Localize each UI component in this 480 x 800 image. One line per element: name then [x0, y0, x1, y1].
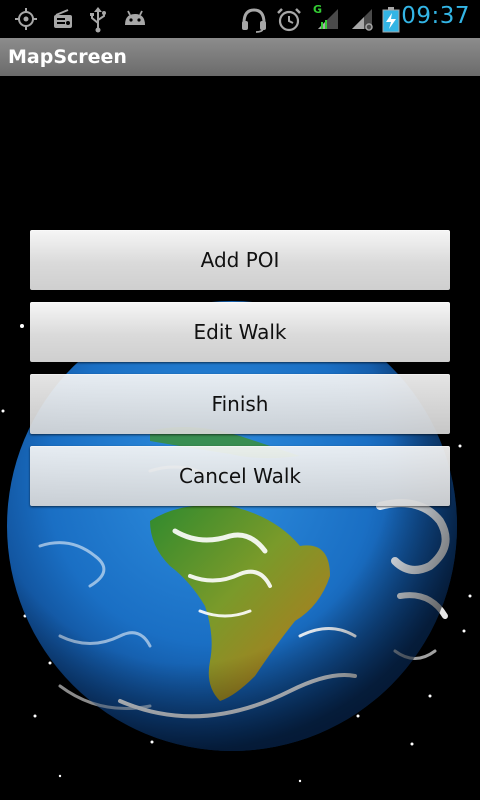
edit-walk-button[interactable]: Edit Walk [30, 302, 450, 362]
page-title: MapScreen [8, 46, 127, 68]
usb-icon [90, 7, 106, 33]
cancel-walk-button[interactable]: Cancel Walk [30, 446, 450, 506]
finish-button[interactable]: Finish [30, 374, 450, 434]
headset-icon [242, 8, 266, 33]
signal-icon [318, 9, 338, 29]
radio-icon [54, 9, 72, 28]
android-debug-icon [125, 10, 145, 25]
title-bar: MapScreen [0, 38, 480, 76]
gps-icon [15, 8, 37, 30]
signal-icon [352, 9, 373, 31]
status-bar: G 09:37 [0, 0, 480, 38]
battery-charging-icon [382, 7, 400, 33]
earth-globe [7, 301, 457, 751]
alarm-icon [277, 8, 301, 32]
map-scene[interactable]: Add POI Edit Walk Finish Cancel Walk [0, 76, 480, 800]
add-poi-button[interactable]: Add POI [30, 230, 450, 290]
clock: 09:37 [401, 3, 470, 29]
